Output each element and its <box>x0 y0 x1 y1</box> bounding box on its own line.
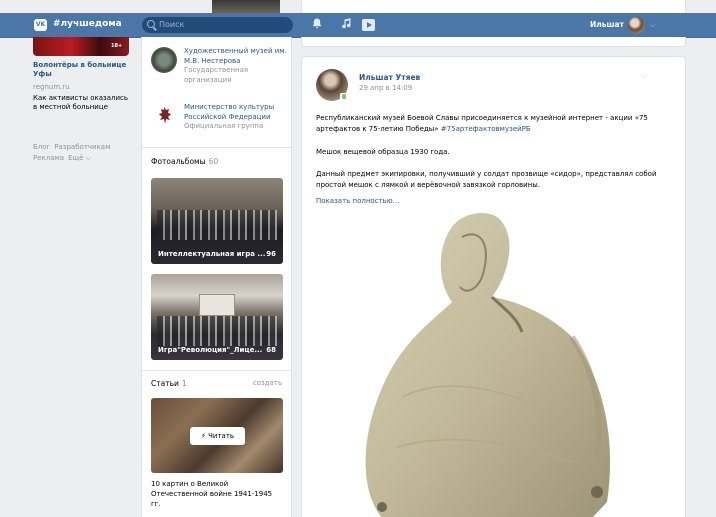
group-name[interactable]: Художественный музей им. М.В. Нестерова <box>184 47 287 65</box>
post-paragraph: Данный предмет экипировки, получивший у … <box>316 170 657 189</box>
article-title[interactable]: 10 картин о Великой Отечественной войне … <box>151 479 283 509</box>
top-post-fragment <box>301 0 686 13</box>
album-caption: Игра"Революция"_Лице... <box>158 346 263 354</box>
ad-domain: regnum.ru <box>33 83 70 91</box>
divider <box>142 147 291 148</box>
articles-header[interactable]: Статьи 1 <box>151 379 187 388</box>
group-type: Государственная организация <box>184 66 249 84</box>
group-avatar[interactable] <box>151 47 177 73</box>
post-paragraph: Мешок вещевой образца 1930 года. <box>316 148 450 156</box>
post-menu-chevron-icon[interactable]: ⌵ <box>640 71 647 81</box>
group-name[interactable]: Министерство культуры Российской Федерац… <box>184 103 274 121</box>
articles-count: 1 <box>181 379 187 388</box>
coat-of-arms-icon <box>151 103 177 129</box>
articles-title: Статьи <box>151 379 179 388</box>
header-user-name[interactable]: Ильшат <box>590 20 624 29</box>
ad-description: Как активисты оказались в местной больни… <box>33 94 129 111</box>
album-caption: Интеллектуальная игра ... <box>158 250 266 258</box>
divider <box>142 370 291 371</box>
album-photo-people <box>157 210 277 240</box>
search-icon <box>147 20 155 28</box>
create-article-link[interactable]: создать <box>253 379 282 387</box>
album-photo-people <box>157 316 277 346</box>
music-note-icon[interactable] <box>341 18 352 33</box>
profile-side-column: Художественный музей им. М.В. Нестерова … <box>141 37 292 517</box>
duffel-bag-image[interactable] <box>342 207 642 517</box>
post-author[interactable]: Ильшат Утяев <box>359 73 420 82</box>
post-date[interactable]: 29 апр в 14:09 <box>359 84 412 92</box>
header-hashtag[interactable]: #лучшедома <box>53 19 122 29</box>
age-badge: 18+ <box>111 43 123 49</box>
album-photo-count: 68 <box>266 346 276 354</box>
projection-screen <box>199 294 235 316</box>
search-input[interactable]: Поиск <box>142 17 293 33</box>
group-avatar[interactable] <box>151 103 177 129</box>
albums-title: Фотоальбомы <box>151 157 206 166</box>
group-type: Официальная группа <box>184 122 264 130</box>
post-paragraph: Республиканский музей Боевой Славы присо… <box>316 113 674 135</box>
albums-header[interactable]: Фотоальбомы 60 <box>151 157 218 166</box>
chevron-down-icon[interactable]: ⌵ <box>650 21 655 30</box>
top-image-fragment <box>212 0 280 13</box>
wall-post: Ильшат Утяев 29 апр в 14:09 ⌵ Республика… <box>301 56 686 517</box>
previous-post-bottom <box>301 37 686 47</box>
article-cover[interactable]: ⚡ Читать <box>151 398 283 473</box>
albums-count: 60 <box>208 157 219 166</box>
read-button[interactable]: ⚡ Читать <box>190 427 245 445</box>
album-photo-count: 96 <box>266 250 276 258</box>
album-card[interactable]: Игра"Революция"_Лице... 68 <box>151 274 283 360</box>
show-more-link[interactable]: Показать полностью… <box>316 197 400 205</box>
footer-link-blog[interactable]: Блог <box>33 143 50 151</box>
play-icon[interactable] <box>362 19 375 31</box>
album-card[interactable]: Интеллектуальная игра ... 96 <box>151 178 283 264</box>
footer-link-ads[interactable]: Реклама <box>33 154 64 162</box>
search-placeholder: Поиск <box>159 20 185 29</box>
footer-link-developers[interactable]: Разработчикам <box>54 143 110 151</box>
vk-logo-icon[interactable]: VK <box>34 19 47 31</box>
top-navigation-bar: VK #лучшедома Поиск Ильшат ⌵ <box>0 13 716 37</box>
mobile-online-icon <box>340 93 347 100</box>
left-footer-links: Блог Разработчикам Реклама Ещё ⌵ <box>33 142 133 164</box>
header-avatar[interactable] <box>628 17 645 34</box>
bell-icon[interactable] <box>312 18 322 33</box>
hashtag-link[interactable]: #75артефактовмузейРБ <box>441 125 531 133</box>
ad-title[interactable]: Волонтёры в больнице Уфы <box>33 61 129 79</box>
footer-link-more[interactable]: Ещё ⌵ <box>68 154 91 162</box>
